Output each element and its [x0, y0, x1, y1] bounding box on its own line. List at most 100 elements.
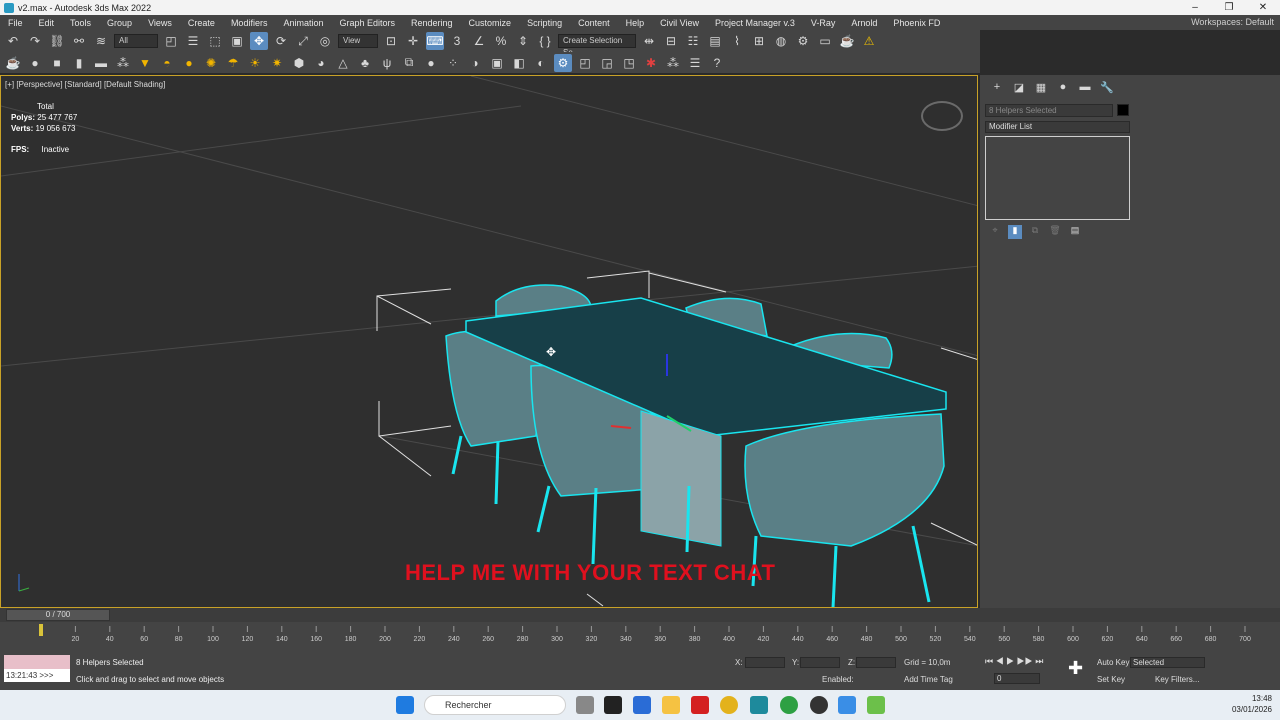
- task-view-icon[interactable]: [576, 696, 594, 714]
- omni-light-icon[interactable]: ☀: [246, 54, 264, 72]
- workspace-selector[interactable]: Workspaces: Default: [1191, 15, 1274, 30]
- angle-snap-icon[interactable]: ∠: [470, 32, 488, 50]
- align-icon[interactable]: ⊟: [662, 32, 680, 50]
- help-icon[interactable]: ?: [708, 54, 726, 72]
- modify-tab-icon[interactable]: ◪: [1010, 78, 1028, 96]
- menu-item-customize[interactable]: Customize: [461, 18, 520, 28]
- multi-sphere-icon[interactable]: ⁘: [444, 54, 462, 72]
- menu-item-v-ray[interactable]: V-Ray: [803, 18, 844, 28]
- time-slider[interactable]: 0 / 700: [0, 608, 1280, 622]
- menu-item-arnold[interactable]: Arnold: [843, 18, 885, 28]
- move-icon[interactable]: ✥: [250, 32, 268, 50]
- select-object-icon[interactable]: ◰: [162, 32, 180, 50]
- proxy-icon[interactable]: ⬢: [290, 54, 308, 72]
- menu-item-phoenix-fd[interactable]: Phoenix FD: [885, 18, 948, 28]
- pin-stack-icon[interactable]: ⌖: [988, 225, 1002, 239]
- add-key-icon[interactable]: ✚: [1068, 658, 1083, 679]
- vfb-history-icon[interactable]: ◲: [598, 54, 616, 72]
- set-key-button[interactable]: Set Key: [1097, 675, 1125, 684]
- keyboard-shortcut-icon[interactable]: ⌨: [426, 32, 444, 50]
- teapot-icon[interactable]: ☕: [4, 54, 22, 72]
- dome-light-icon[interactable]: ◓: [158, 54, 176, 72]
- scatter-icon[interactable]: ⁂: [114, 54, 132, 72]
- cone-icon[interactable]: △: [334, 54, 352, 72]
- rotate-icon[interactable]: ⟳: [272, 32, 290, 50]
- cylinder-icon[interactable]: ▮: [70, 54, 88, 72]
- playback-controls[interactable]: ⏮ ◀ ▶ ▶▶ ⏭: [985, 656, 1043, 667]
- redo-icon[interactable]: ↷: [26, 32, 44, 50]
- material-sphere-icon[interactable]: ◑: [466, 54, 484, 72]
- key-mode-dropdown[interactable]: Selected: [1130, 657, 1205, 668]
- sphere-light-icon[interactable]: ✺: [202, 54, 220, 72]
- object-color-swatch[interactable]: [1117, 104, 1129, 116]
- layer-explorer-icon[interactable]: ☷: [684, 32, 702, 50]
- selection-filter-dropdown[interactable]: All: [114, 34, 158, 48]
- add-time-tag[interactable]: Add Time Tag: [904, 675, 953, 684]
- viewcube[interactable]: [921, 101, 963, 131]
- modifier-list-dropdown[interactable]: Modifier List: [985, 121, 1130, 133]
- window-crossing-icon[interactable]: ▣: [228, 32, 246, 50]
- taskbar-clock[interactable]: 13:48 03/01/2026: [1232, 693, 1272, 715]
- utilities-tab-icon[interactable]: 🔧: [1098, 78, 1116, 96]
- maximize-icon[interactable]: ❐: [1212, 0, 1246, 15]
- make-unique-icon[interactable]: ⧉: [1028, 225, 1042, 239]
- motion-tab-icon[interactable]: ●: [1054, 78, 1072, 96]
- file-explorer-icon[interactable]: [662, 696, 680, 714]
- track-bar[interactable]: 20 40 60 80 100 120 140 160 180 200 220 240 260 280 30…: [0, 622, 1280, 652]
- timecode-field[interactable]: 13:21:43 >>>: [4, 669, 70, 682]
- viewport-label[interactable]: [+] [Perspective] [Standard] [Default Sh…: [5, 80, 165, 89]
- current-frame-marker[interactable]: [39, 624, 43, 636]
- unlink-icon[interactable]: ⚯: [70, 32, 88, 50]
- menu-item-rendering[interactable]: Rendering: [403, 18, 461, 28]
- hierarchy-tab-icon[interactable]: ▦: [1032, 78, 1050, 96]
- light-icon[interactable]: ▼: [136, 54, 154, 72]
- menu-item-group[interactable]: Group: [99, 18, 140, 28]
- menu-item-help[interactable]: Help: [618, 18, 653, 28]
- app-icon-3[interactable]: [838, 696, 856, 714]
- select-manipulate-icon[interactable]: ✛: [404, 32, 422, 50]
- grey-sphere-icon[interactable]: ●: [422, 54, 440, 72]
- link-icon[interactable]: ⛓: [48, 32, 66, 50]
- menu-item-project-manager-v-3[interactable]: Project Manager v.3: [707, 18, 803, 28]
- menu-item-scripting[interactable]: Scripting: [519, 18, 570, 28]
- key-filters-button[interactable]: Key Filters...: [1155, 675, 1199, 684]
- chrome-icon[interactable]: [720, 696, 738, 714]
- spot-light-icon[interactable]: ☂: [224, 54, 242, 72]
- ies-light-icon[interactable]: ✷: [268, 54, 286, 72]
- display-tab-icon[interactable]: ▬: [1076, 78, 1094, 96]
- spinner-snap-icon[interactable]: ⇕: [514, 32, 532, 50]
- box-icon[interactable]: ■: [48, 54, 66, 72]
- select-by-name-icon[interactable]: ☰: [184, 32, 202, 50]
- lister-icon[interactable]: ◳: [620, 54, 638, 72]
- y-field[interactable]: [800, 657, 840, 668]
- bitmap-icon[interactable]: ▣: [488, 54, 506, 72]
- taskbar-search[interactable]: Rechercher: [424, 695, 566, 715]
- menu-item-civil-view[interactable]: Civil View: [652, 18, 707, 28]
- store-icon[interactable]: [633, 696, 651, 714]
- percent-snap-icon[interactable]: %: [492, 32, 510, 50]
- scene-converter-icon[interactable]: ⁂: [664, 54, 682, 72]
- remove-modifier-icon[interactable]: 🗑: [1048, 225, 1062, 239]
- menu-item-graph-editors[interactable]: Graph Editors: [331, 18, 403, 28]
- menu-item-views[interactable]: Views: [140, 18, 180, 28]
- maxscript-listener[interactable]: [4, 655, 70, 669]
- tree-icon[interactable]: ♣: [356, 54, 374, 72]
- material-editor-icon[interactable]: ◍: [772, 32, 790, 50]
- mesh-icon[interactable]: ⧉: [400, 54, 418, 72]
- place-icon[interactable]: ◎: [316, 32, 334, 50]
- render-active-icon[interactable]: ⚙: [554, 53, 572, 72]
- warning-icon[interactable]: ⚠: [860, 32, 878, 50]
- reference-coord-dropdown[interactable]: View: [338, 34, 378, 48]
- vray-icon[interactable]: ◐: [532, 54, 550, 72]
- mirror-icon[interactable]: ⇹: [640, 32, 658, 50]
- auto-key-button[interactable]: Auto Key: [1097, 658, 1129, 667]
- named-selection-dropdown[interactable]: Create Selection Se: [558, 34, 636, 57]
- plane-icon[interactable]: ▬: [92, 54, 110, 72]
- modifier-stack[interactable]: [985, 136, 1130, 220]
- toolbar-list-icon[interactable]: ☰: [686, 54, 704, 72]
- debug-icon[interactable]: ✱: [642, 54, 660, 72]
- menu-item-tools[interactable]: Tools: [62, 18, 99, 28]
- x-field[interactable]: [745, 657, 785, 668]
- render-setup-icon[interactable]: ⚙: [794, 32, 812, 50]
- create-tab-icon[interactable]: +: [988, 78, 1006, 96]
